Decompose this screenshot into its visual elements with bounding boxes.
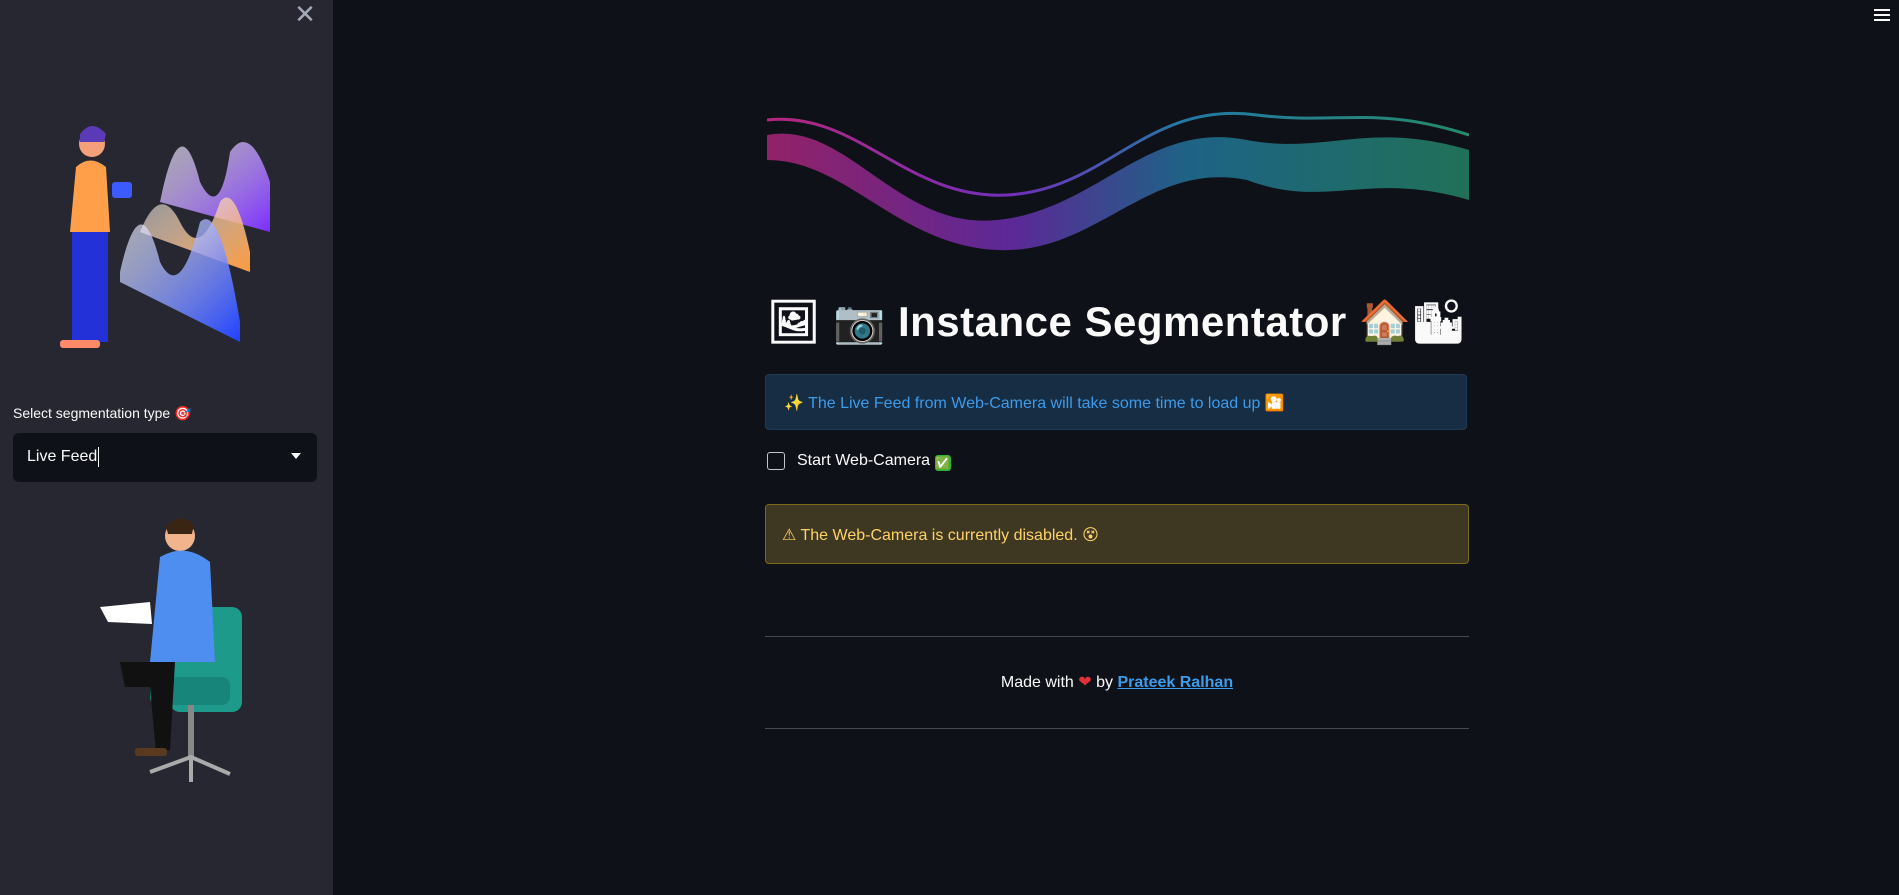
select-value: Live Feed bbox=[27, 447, 100, 467]
checkbox-box[interactable] bbox=[767, 452, 785, 470]
checkbox-label: Start Web-Camera ✅ bbox=[797, 452, 951, 471]
person-chair-illustration bbox=[100, 518, 242, 782]
person-chart-illustration bbox=[60, 126, 270, 348]
info-alert: ✨ The Live Feed from Web-Camera will tak… bbox=[765, 374, 1467, 430]
author-link[interactable]: Prateek Ralhan bbox=[1117, 674, 1233, 691]
info-text: ✨ The Live Feed from Web-Camera will tak… bbox=[784, 395, 1285, 412]
footer-by: by bbox=[1096, 674, 1114, 691]
sidebar: ✕ Select segmentation type 🎯 Live Feed bbox=[0, 0, 333, 895]
heart-icon: ❤ bbox=[1078, 674, 1092, 691]
footer: Made with ❤ by Prateek Ralhan bbox=[765, 672, 1469, 692]
target-icon: 🎯 bbox=[174, 405, 192, 421]
warning-alert: ⚠ The Web-Camera is currently disabled. … bbox=[765, 504, 1469, 564]
menu-icon[interactable] bbox=[1874, 6, 1890, 22]
warning-text: ⚠ The Web-Camera is currently disabled. … bbox=[782, 527, 1099, 544]
particle-wave-banner bbox=[767, 111, 1469, 251]
page-title: 🖼 📷 Instance Segmentator 🏠🏙 bbox=[767, 298, 1466, 345]
footer-divider-bottom bbox=[765, 728, 1469, 729]
dropdown-caret-icon bbox=[291, 453, 301, 459]
footer-divider-top bbox=[765, 636, 1469, 637]
segmentation-type-select[interactable]: Live Feed bbox=[13, 433, 317, 482]
select-label: Select segmentation type 🎯 bbox=[13, 405, 192, 421]
close-icon[interactable]: ✕ bbox=[293, 1, 317, 27]
footer-prefix: Made with bbox=[1000, 674, 1074, 691]
check-icon: ✅ bbox=[934, 455, 951, 471]
